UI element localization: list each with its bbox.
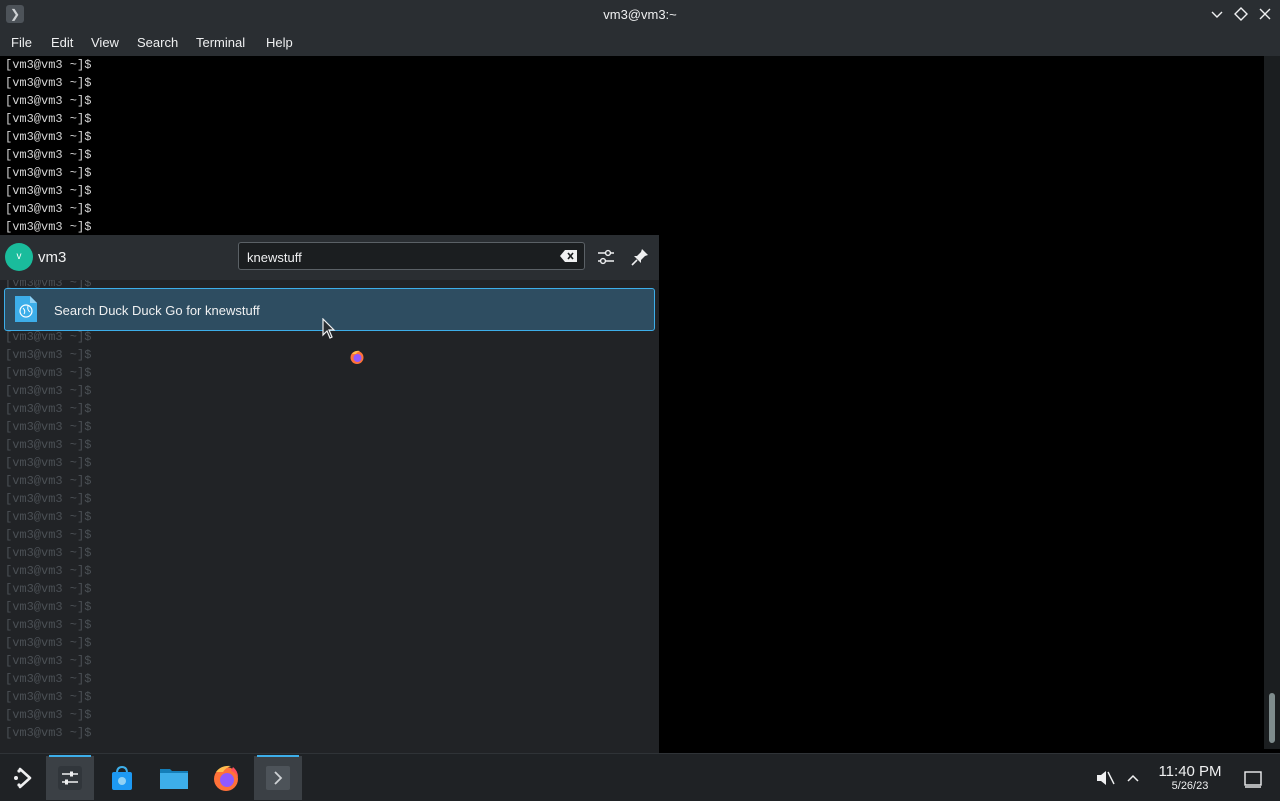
- maximize-icon[interactable]: [1232, 5, 1250, 23]
- terminal-line: [vm3@vm3 ~]$: [5, 148, 92, 162]
- terminal-line: [vm3@vm3 ~]$: [5, 112, 92, 126]
- configure-icon[interactable]: [595, 246, 617, 268]
- terminal-line-ghost: [vm3@vm3 ~]$: [5, 582, 92, 596]
- terminal-line-ghost: [vm3@vm3 ~]$: [5, 456, 92, 470]
- application-launcher-icon[interactable]: [0, 756, 48, 800]
- terminal-line-ghost: [vm3@vm3 ~]$: [5, 618, 92, 632]
- terminal-line-ghost: [vm3@vm3 ~]$: [5, 348, 92, 362]
- terminal-line-ghost: [vm3@vm3 ~]$: [5, 636, 92, 650]
- window-titlebar: ❯ vm3@vm3:~: [0, 0, 1280, 29]
- menu-search[interactable]: Search: [137, 35, 178, 50]
- window-title: vm3@vm3:~: [603, 7, 677, 22]
- globe-document-icon: [14, 295, 38, 323]
- konsole-icon[interactable]: [254, 755, 302, 800]
- user-name: vm3: [38, 249, 67, 266]
- avatar[interactable]: v: [5, 243, 33, 271]
- terminal-line: [vm3@vm3 ~]$: [5, 76, 92, 90]
- menu-bar: File Edit View Search Terminal Help: [0, 29, 1280, 56]
- terminal-line-ghost: [vm3@vm3 ~]$: [5, 384, 92, 398]
- terminal-line: [vm3@vm3 ~]$: [5, 202, 92, 216]
- file-manager-icon[interactable]: [150, 756, 198, 800]
- menu-view[interactable]: View: [91, 35, 119, 50]
- discover-store-icon[interactable]: [98, 756, 146, 800]
- terminal-line-ghost: [vm3@vm3 ~]$: [5, 438, 92, 452]
- terminal-line-ghost: [vm3@vm3 ~]$: [5, 366, 92, 380]
- menu-file[interactable]: File: [11, 35, 32, 50]
- terminal-line-ghost: [vm3@vm3 ~]$: [5, 672, 92, 686]
- close-icon[interactable]: [1256, 5, 1274, 23]
- show-desktop-icon[interactable]: [1244, 770, 1262, 788]
- terminal-line-ghost: [vm3@vm3 ~]$: [5, 600, 92, 614]
- firefox-icon[interactable]: [202, 756, 250, 800]
- terminal-line-ghost: [vm3@vm3 ~]$: [5, 510, 92, 524]
- terminal-line-ghost: [vm3@vm3 ~]$: [5, 708, 92, 722]
- terminal-line-ghost: [vm3@vm3 ~]$: [5, 528, 92, 542]
- search-field[interactable]: [238, 242, 585, 270]
- terminal-line-ghost: [vm3@vm3 ~]$: [5, 492, 92, 506]
- terminal-line-ghost: [vm3@vm3 ~]$: [5, 546, 92, 560]
- system-settings-icon[interactable]: [46, 755, 94, 800]
- terminal-line: [vm3@vm3 ~]$: [5, 166, 92, 180]
- firefox-drag-icon: [349, 349, 365, 365]
- taskbar: [0, 753, 1280, 801]
- search-input[interactable]: [245, 247, 559, 267]
- terminal-line-ghost: [vm3@vm3 ~]$: [5, 402, 92, 416]
- terminal-line: [vm3@vm3 ~]$: [5, 130, 92, 144]
- launcher-header: v vm3: [0, 235, 659, 280]
- clock-date: 5/26/23: [1171, 780, 1209, 792]
- pin-icon[interactable]: [629, 246, 651, 268]
- clear-text-icon[interactable]: [560, 249, 578, 263]
- menu-terminal[interactable]: Terminal: [196, 35, 245, 50]
- terminal-line: [vm3@vm3 ~]$: [5, 58, 92, 72]
- scrollbar-thumb[interactable]: [1269, 693, 1275, 743]
- mouse-pointer-icon: [322, 317, 336, 345]
- terminal-line: [vm3@vm3 ~]$: [5, 94, 92, 108]
- terminal-line-ghost: [vm3@vm3 ~]$: [5, 420, 92, 434]
- minimize-icon[interactable]: [1208, 5, 1226, 23]
- digital-clock[interactable]: 11:40 PM 5/26/23: [1150, 763, 1230, 793]
- menu-help[interactable]: Help: [266, 35, 293, 50]
- terminal-scrollbar[interactable]: [1264, 56, 1280, 749]
- terminal-line-ghost: [vm3@vm3 ~]$: [5, 474, 92, 488]
- menu-edit[interactable]: Edit: [51, 35, 73, 50]
- application-launcher-popup: [vm3@vm3 ~]$ [vm3@vm3 ~]$ [vm3@vm3 ~]$ [vm3…: [0, 235, 659, 753]
- show-hidden-icons-chevron-icon[interactable]: [1125, 770, 1141, 786]
- terminal-line-ghost: [vm3@vm3 ~]$: [5, 564, 92, 578]
- search-result-label: Search Duck Duck Go for knewstuff: [54, 303, 260, 318]
- clock-time: 11:40 PM: [1158, 763, 1222, 780]
- terminal-line: [vm3@vm3 ~]$: [5, 184, 92, 198]
- terminal-line-ghost: [vm3@vm3 ~]$: [5, 690, 92, 704]
- terminal-line-ghost: [vm3@vm3 ~]$: [5, 654, 92, 668]
- volume-muted-icon[interactable]: [1095, 768, 1115, 788]
- terminal-line: [vm3@vm3 ~]$: [5, 220, 92, 234]
- terminal-line-ghost: [vm3@vm3 ~]$: [5, 726, 92, 740]
